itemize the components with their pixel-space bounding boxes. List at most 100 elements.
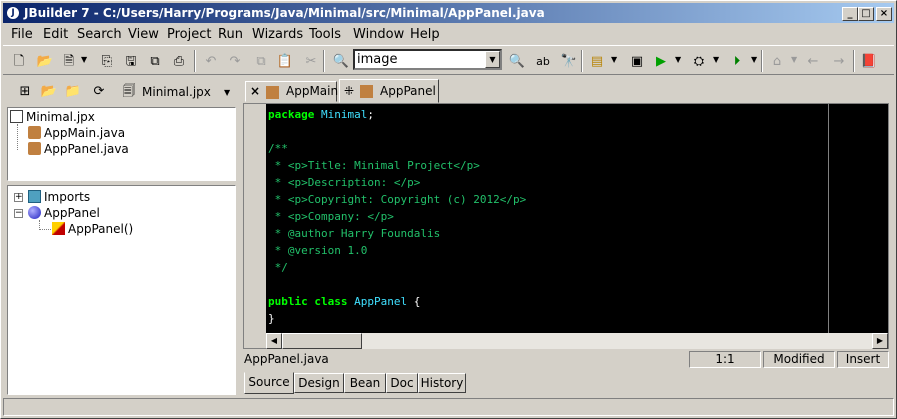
toolbar-separator — [853, 50, 855, 72]
code-token: AppPanel — [347, 295, 414, 308]
menu-wizards[interactable]: Wizards — [252, 27, 303, 42]
scroll-left-icon[interactable]: ◀ — [266, 333, 282, 349]
run-icon[interactable]: ▶ — [651, 51, 671, 71]
menu-window[interactable]: Window — [353, 27, 404, 42]
open-folder-icon[interactable]: 📂 — [35, 51, 55, 71]
tab-bean[interactable]: Bean — [344, 373, 386, 393]
code-area[interactable]: package Minimal; /** * <p>Title: Minimal … — [266, 104, 888, 333]
tree-item-apppanel[interactable]: AppPanel.java — [28, 141, 129, 157]
close-icon[interactable]: × — [250, 82, 260, 101]
project-dropdown-icon[interactable]: ▼ — [224, 88, 230, 97]
tree-item-class[interactable]: AppPanel — [28, 205, 100, 221]
tab-history[interactable]: History — [418, 373, 466, 393]
optimize-dropdown-icon[interactable]: ▼ — [751, 55, 757, 64]
home-icon[interactable]: ⌂ — [767, 51, 787, 71]
code-line[interactable]: * @author Harry Foundalis — [268, 225, 441, 242]
tab-apppanel[interactable]: ⁜ AppPanel — [339, 79, 439, 103]
open-dropdown-icon[interactable]: ▼ — [81, 55, 87, 64]
code-line[interactable]: * <p>Description: </p> — [268, 174, 421, 191]
code-line[interactable]: * <p>Copyright: Copyright (c) 2012</p> — [268, 191, 527, 208]
menu-search[interactable]: Search — [77, 27, 122, 42]
code-line[interactable]: * @version 1.0 — [268, 242, 368, 259]
tab-design[interactable]: Design — [294, 373, 344, 393]
status-file: AppPanel.java — [244, 352, 329, 366]
code-token: * <p>Description: </p> — [268, 176, 421, 189]
help-book-icon[interactable]: 📕 — [859, 51, 879, 71]
tree-item-appmain[interactable]: AppMain.java — [28, 125, 125, 141]
open-file-icon[interactable]: 🗎 — [59, 51, 79, 71]
tab-source[interactable]: Source — [244, 372, 294, 394]
make-dropdown-icon[interactable]: ▼ — [611, 55, 617, 64]
menu-project[interactable]: Project — [167, 27, 211, 42]
maximize-button[interactable]: □ — [858, 7, 874, 21]
scroll-right-icon[interactable]: ▶ — [872, 333, 888, 349]
main-window: J JBuilder 7 - C:/Users/Harry/Programs/J… — [0, 0, 897, 419]
code-line[interactable]: } — [268, 310, 275, 327]
menu-file[interactable]: File — [11, 27, 33, 42]
code-line[interactable]: * <p>Title: Minimal Project</p> — [268, 157, 480, 174]
cut-icon[interactable]: ✂ — [301, 51, 321, 71]
chevron-down-icon[interactable]: ▼ — [485, 51, 500, 68]
code-line[interactable]: /** — [268, 140, 288, 157]
save-all-icon[interactable]: ⧉ — [145, 51, 165, 71]
paste-icon[interactable]: 📋 — [275, 51, 295, 71]
find-next-icon[interactable]: 🔍 — [507, 51, 527, 71]
tab-appmain[interactable]: × AppMain — [245, 81, 338, 102]
debug-icon[interactable]: ⛭ — [689, 51, 709, 71]
status-mode[interactable]: Insert — [837, 351, 889, 368]
pin-icon[interactable]: ⁜ — [344, 82, 354, 101]
tree-item-imports[interactable]: Imports — [28, 189, 90, 205]
run-dropdown-icon[interactable]: ▼ — [675, 55, 681, 64]
debug-dropdown-icon[interactable]: ▼ — [713, 55, 719, 64]
tree-line — [17, 124, 18, 150]
find-icon[interactable]: 🔍 — [331, 51, 351, 71]
code-line[interactable]: * <p>Company: </p> — [268, 208, 394, 225]
home-dropdown-icon[interactable]: ▼ — [791, 55, 797, 64]
replace-icon[interactable]: ab — [533, 51, 553, 71]
undo-icon[interactable]: ↶ — [201, 51, 221, 71]
add-files-icon[interactable]: ⊞ — [15, 81, 35, 101]
add-folder-icon[interactable]: 📂 — [39, 81, 59, 101]
minimize-button[interactable]: _ — [842, 7, 858, 21]
search-combo[interactable]: image ▼ — [353, 49, 502, 70]
tree-item-project[interactable]: Minimal.jpx — [10, 109, 95, 125]
code-line[interactable]: public class AppPanel { — [268, 293, 420, 310]
java-file-icon — [28, 126, 41, 139]
code-token: package — [268, 108, 315, 121]
expand-icon[interactable]: + — [14, 193, 23, 202]
editor-gutter — [244, 104, 266, 333]
remove-icon[interactable]: 📁 — [63, 81, 83, 101]
revert-icon[interactable]: ⎘ — [97, 51, 117, 71]
redo-icon[interactable]: ↷ — [225, 51, 245, 71]
search-incremental-icon[interactable]: 🔭 — [559, 51, 579, 71]
new-file-icon[interactable]: 🗋 — [9, 51, 29, 71]
menu-edit[interactable]: Edit — [43, 27, 68, 42]
copy-icon[interactable]: ⧉ — [251, 51, 271, 71]
refresh-icon[interactable]: ⟳ — [89, 81, 109, 101]
save-icon[interactable]: 🖫 — [121, 51, 141, 71]
print-icon[interactable]: ⎙ — [169, 51, 189, 71]
menu-help[interactable]: Help — [410, 27, 440, 42]
forward-icon[interactable]: → — [829, 51, 849, 71]
menu-run[interactable]: Run — [218, 27, 243, 42]
project-selector[interactable]: Minimal.jpx — [142, 85, 211, 99]
code-token: * <p>Company: </p> — [268, 210, 394, 223]
tab-doc[interactable]: Doc — [386, 373, 418, 393]
build-icon[interactable]: ▣ — [627, 51, 647, 71]
menu-tools[interactable]: Tools — [309, 27, 341, 42]
menu-view[interactable]: View — [128, 27, 159, 42]
code-line[interactable]: package Minimal; — [268, 106, 374, 123]
collapse-icon[interactable]: − — [14, 209, 23, 218]
code-line[interactable]: */ — [268, 259, 288, 276]
tree-item-constructor[interactable]: AppPanel() — [52, 221, 133, 237]
scroll-thumb[interactable] — [282, 333, 362, 349]
horizontal-scrollbar[interactable]: ◀ ▶ — [266, 333, 888, 349]
make-project-icon[interactable]: ▤ — [587, 51, 607, 71]
java-file-icon — [28, 142, 41, 155]
optimize-icon[interactable]: ⏵ — [727, 51, 747, 71]
code-editor[interactable]: package Minimal; /** * <p>Title: Minimal … — [243, 103, 889, 349]
back-icon[interactable]: ← — [803, 51, 823, 71]
search-input[interactable]: image — [357, 52, 398, 67]
project-file-icon: 🗐 — [122, 83, 136, 99]
close-button[interactable]: × — [876, 7, 892, 21]
